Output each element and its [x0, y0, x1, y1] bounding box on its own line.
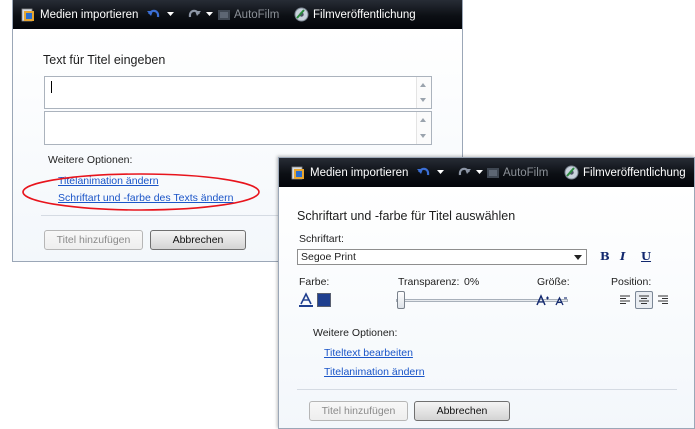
increase-font-icon[interactable]: [536, 293, 550, 307]
undo-icon: [146, 8, 162, 22]
color-swatch-icon[interactable]: [317, 293, 331, 307]
redo-dropdown[interactable]: [206, 0, 213, 29]
autofilm-label: AutoFilm: [234, 8, 280, 21]
publish-label: Filmveröffentlichung: [583, 166, 686, 179]
redo-icon: [186, 8, 202, 22]
undo-button[interactable]: [416, 158, 432, 187]
font-select-value: Segoe Print: [301, 251, 356, 263]
publish-button[interactable]: Filmveröffentlichung: [564, 158, 686, 187]
redo-button[interactable]: [186, 0, 202, 29]
position-label: Position:: [611, 276, 652, 288]
import-media-button[interactable]: Medien importieren: [291, 158, 408, 187]
more-options-label: Weitere Optionen:: [48, 154, 133, 166]
bold-button[interactable]: B: [600, 249, 610, 263]
autofilm-button[interactable]: AutoFilm: [486, 158, 548, 187]
chevron-down-icon: [167, 12, 174, 17]
scrollbar[interactable]: [416, 77, 431, 108]
undo-dropdown[interactable]: [437, 158, 444, 187]
title-input-heading: Text für Titel eingeben: [43, 53, 166, 67]
import-media-label: Medien importieren: [310, 166, 409, 179]
import-media-button[interactable]: Medien importieren: [21, 0, 138, 29]
autofilm-icon: [486, 166, 500, 180]
title-text-input[interactable]: [44, 76, 432, 109]
align-center-icon[interactable]: [635, 291, 653, 309]
publish-button[interactable]: Filmveröffentlichung: [294, 0, 416, 29]
undo-icon: [416, 166, 432, 180]
publish-icon: [294, 7, 309, 22]
align-left-icon[interactable]: [619, 294, 631, 306]
scroll-up-icon: [420, 83, 426, 87]
color-label: Farbe:: [299, 276, 330, 288]
underline-button[interactable]: U: [641, 249, 651, 263]
font-settings-body: Schriftart und -farbe für Titel auswähle…: [279, 187, 694, 428]
transparency-value: 0%: [464, 276, 480, 288]
font-select[interactable]: Segoe Print: [297, 249, 587, 265]
italic-button[interactable]: I: [620, 249, 625, 263]
more-options-label: Weitere Optionen:: [313, 327, 398, 339]
font-label: Schriftart:: [299, 233, 344, 245]
chevron-down-icon: [574, 255, 582, 260]
import-media-label: Medien importieren: [40, 8, 139, 21]
divider: [297, 389, 677, 390]
align-right-icon[interactable]: [657, 294, 669, 306]
undo-button[interactable]: [146, 0, 162, 29]
add-title-button[interactable]: Titel hinzufügen: [44, 230, 143, 250]
chevron-down-icon: [476, 170, 483, 175]
transparency-slider-thumb[interactable]: [397, 291, 405, 309]
add-title-button[interactable]: Titel hinzufügen: [309, 401, 408, 421]
transparency-label: Transparenz:: [398, 276, 460, 288]
link-edit-title-text[interactable]: Titeltext bearbeiten: [324, 347, 413, 359]
autofilm-label: AutoFilm: [503, 166, 549, 179]
title-text-input-line2[interactable]: [44, 111, 432, 145]
text-color-icon[interactable]: [298, 292, 314, 308]
font-settings-heading: Schriftart und -farbe für Titel auswähle…: [297, 209, 516, 223]
highlight-ellipse: [22, 173, 260, 211]
scrollbar[interactable]: [416, 112, 431, 144]
import-media-icon: [291, 165, 306, 180]
redo-button[interactable]: [456, 158, 472, 187]
scroll-up-icon: [420, 118, 426, 122]
decrease-font-icon[interactable]: [555, 294, 568, 307]
text-cursor: [51, 81, 52, 93]
scroll-down-icon: [420, 134, 426, 138]
toolbar: Medien importieren AutoFilm Filmveröffen…: [13, 0, 462, 29]
redo-icon: [456, 166, 472, 180]
undo-dropdown[interactable]: [167, 0, 174, 29]
cancel-button[interactable]: Abbrechen: [414, 401, 510, 421]
size-label: Größe:: [537, 276, 570, 288]
redo-dropdown[interactable]: [476, 158, 483, 187]
toolbar: Medien importieren AutoFilm Filmveröffen…: [279, 158, 694, 187]
chevron-down-icon: [437, 170, 444, 175]
import-media-icon: [21, 7, 36, 22]
font-settings-window: Medien importieren AutoFilm Filmveröffen…: [278, 157, 695, 429]
publish-label: Filmveröffentlichung: [313, 8, 416, 21]
chevron-down-icon: [206, 12, 213, 17]
link-title-animation[interactable]: Titelanimation ändern: [324, 366, 425, 378]
autofilm-button[interactable]: AutoFilm: [217, 0, 279, 29]
autofilm-icon: [217, 8, 231, 22]
cancel-button[interactable]: Abbrechen: [150, 230, 246, 250]
publish-icon: [564, 165, 579, 180]
scroll-down-icon: [420, 98, 426, 102]
